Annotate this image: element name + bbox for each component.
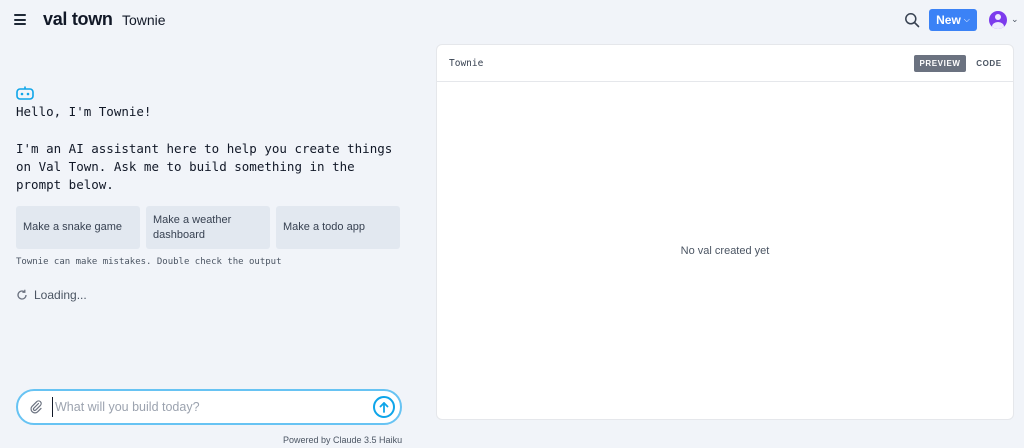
suggestion-weather-dashboard[interactable]: Make a weather dashboard: [146, 206, 270, 249]
suggestion-todo-app[interactable]: Make a todo app: [276, 206, 400, 249]
refresh-icon: [17, 289, 27, 300]
prompt-box: [16, 389, 402, 425]
chevron-down-icon[interactable]: ⌄: [1011, 14, 1019, 25]
preview-panel-title: Townie: [449, 58, 484, 69]
new-button-label: New: [936, 13, 961, 27]
preview-panel-header: Townie PREVIEW CODE: [437, 45, 1013, 82]
powered-by-text: Powered by Claude 3.5 Haiku: [283, 435, 403, 445]
top-bar: val town Townie New ⌵ ⌄: [0, 0, 1024, 40]
paperclip-icon[interactable]: [29, 400, 43, 414]
assistant-intro: I'm an AI assistant here to help you cre…: [16, 141, 393, 192]
tab-preview[interactable]: PREVIEW: [914, 55, 966, 72]
search-icon[interactable]: [904, 12, 920, 28]
arrow-up-icon: [379, 402, 389, 413]
hamburger-icon[interactable]: [14, 14, 26, 25]
empty-state-message: No val created yet: [680, 245, 770, 257]
submit-button[interactable]: [373, 396, 395, 418]
suggestion-snake-game[interactable]: Make a snake game: [16, 206, 140, 249]
chevron-down-icon: ⌵: [963, 15, 970, 24]
assistant-greeting: Hello, I'm Townie!: [16, 104, 152, 119]
loading-text: Loading...: [34, 288, 87, 302]
user-avatar-icon[interactable]: [989, 11, 1007, 29]
disclaimer-text: Townie can make mistakes. Double check t…: [16, 257, 282, 267]
new-button[interactable]: New ⌵: [929, 9, 977, 31]
val-town-logo[interactable]: val town: [43, 9, 113, 30]
preview-panel: Townie PREVIEW CODE No val created yet: [436, 44, 1014, 420]
prompt-input[interactable]: [52, 397, 362, 417]
tab-code[interactable]: CODE: [971, 55, 1007, 72]
loading-indicator: Loading...: [16, 288, 87, 302]
page-title: Townie: [122, 12, 166, 28]
robot-icon: [16, 86, 34, 100]
